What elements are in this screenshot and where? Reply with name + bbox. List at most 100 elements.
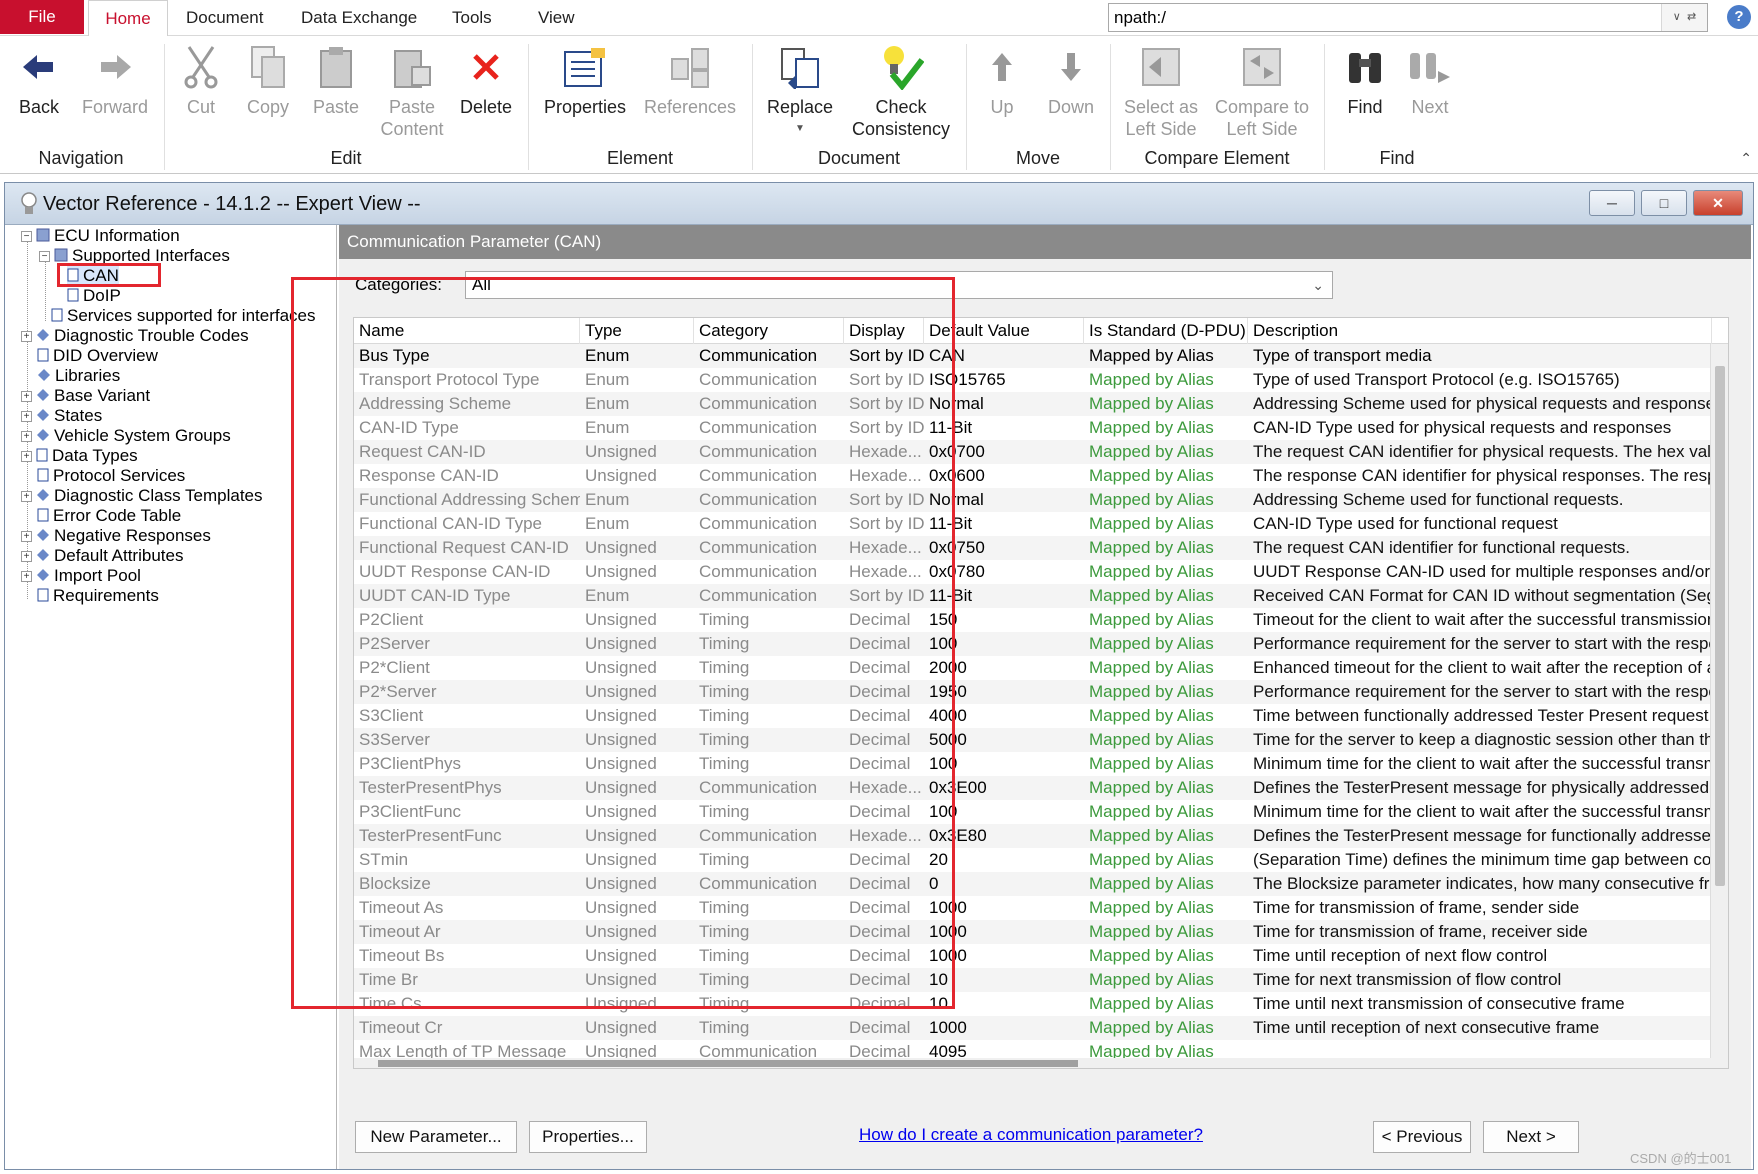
expand-icon[interactable]: + — [21, 571, 32, 583]
tree-item-vehicle-system-groups[interactable]: + Vehicle System Groups — [21, 425, 231, 447]
table-cell: Mapped by Alias — [1089, 874, 1214, 893]
tab-home[interactable]: Home — [88, 0, 168, 37]
table-cell: CAN-ID Type used for physical requests a… — [1253, 418, 1672, 437]
tree-item-services-supported[interactable]: Services supported for interfaces — [51, 305, 316, 327]
tree-item-protocol-services[interactable]: Protocol Services — [37, 465, 185, 487]
table-cell: Mapped by Alias — [1089, 586, 1214, 605]
npath-dropdown-button[interactable]: ∨ ⇄ — [1661, 4, 1707, 31]
scroll-thumb[interactable] — [1715, 366, 1725, 886]
table-cell: Defines the TesterPresent message for ph… — [1253, 778, 1712, 797]
find-next-button[interactable]: Next — [1406, 42, 1454, 118]
table-cell: Mapped by Alias — [1089, 826, 1214, 845]
help-link[interactable]: How do I create a communication paramete… — [859, 1125, 1203, 1145]
delete-button[interactable]: Delete — [456, 42, 516, 118]
group-navigation: Navigation — [38, 148, 124, 168]
npath-input[interactable]: npath:/ ∨ ⇄ — [1108, 3, 1708, 32]
vertical-scrollbar[interactable] — [1710, 344, 1728, 1068]
tree-item-diagnostic-trouble-codes[interactable]: + Diagnostic Trouble Codes — [21, 325, 249, 347]
check-consistency-button[interactable]: Check Consistency — [848, 42, 954, 140]
expand-icon[interactable]: + — [21, 451, 32, 463]
expand-icon[interactable]: + — [21, 431, 32, 443]
minimize-button[interactable]: ─ — [1589, 190, 1635, 216]
table-cell: Timing — [699, 1018, 750, 1037]
table-cell: 1000 — [929, 1018, 967, 1037]
group-compare-element: Compare Element — [1144, 148, 1290, 168]
tree-item-data-types[interactable]: + Data Types — [21, 445, 138, 467]
tree-item-ecu-information[interactable]: − ECU Information — [21, 225, 180, 247]
tab-tools[interactable]: Tools — [448, 0, 496, 36]
table-cell: Received CAN Format for CAN ID without s… — [1253, 586, 1712, 605]
tree-item-libraries[interactable]: Libraries — [37, 365, 120, 387]
tab-document[interactable]: Document — [182, 0, 267, 36]
column-header[interactable]: Description — [1248, 318, 1712, 344]
hscroll-thumb[interactable] — [378, 1060, 1078, 1067]
tree-item-import-pool[interactable]: + Import Pool — [21, 565, 141, 587]
file-tab[interactable]: File — [0, 0, 84, 34]
up-arrow-icon — [982, 42, 1022, 92]
copy-button[interactable]: Copy — [242, 42, 294, 118]
table-cell: Addressing Scheme used for functional re… — [1253, 490, 1624, 509]
up-button[interactable]: Up — [982, 42, 1022, 118]
compare-icon — [1210, 42, 1314, 92]
watermark: CSDN @的士001 — [1630, 1151, 1732, 1166]
down-button[interactable]: Down — [1042, 42, 1100, 118]
group-document: Document — [817, 148, 901, 168]
expand-icon[interactable]: + — [21, 491, 32, 503]
column-header[interactable]: Is Standard (D-PDU) — [1084, 318, 1248, 344]
collapse-ribbon-icon[interactable]: ⌃ — [1740, 150, 1752, 167]
tree-item-negative-responses[interactable]: + Negative Responses — [21, 525, 211, 547]
table-cell: Type of transport media — [1253, 346, 1432, 365]
tree-item-requirements[interactable]: Requirements — [37, 585, 159, 607]
tab-view[interactable]: View — [534, 0, 579, 36]
select-as-left-side-button[interactable]: Select as Left Side — [1118, 42, 1204, 140]
tree-item-did-overview[interactable]: DID Overview — [37, 345, 158, 367]
expand-icon[interactable]: + — [21, 551, 32, 563]
tree-item-default-attributes[interactable]: + Default Attributes — [21, 545, 183, 567]
expand-icon[interactable]: + — [21, 531, 32, 543]
table-cell: Mapped by Alias — [1089, 970, 1214, 989]
table-cell: Time for the server to keep a diagnostic… — [1253, 730, 1712, 749]
horizontal-scrollbar[interactable] — [354, 1058, 1712, 1068]
replace-button[interactable]: Replace ▼ — [762, 42, 838, 140]
paste-content-button[interactable]: Paste Content — [374, 42, 450, 140]
expand-icon[interactable]: + — [21, 411, 32, 423]
expand-icon[interactable]: + — [21, 331, 32, 343]
find-next-icon — [1406, 42, 1454, 92]
table-cell: Timeout for the client to wait after the… — [1253, 610, 1712, 629]
collapse-icon[interactable]: − — [21, 231, 32, 243]
table-cell: The Blocksize parameter indicates, how m… — [1253, 874, 1712, 893]
back-button[interactable]: Back — [14, 42, 64, 118]
collapse-icon[interactable]: − — [39, 251, 50, 263]
expand-icon[interactable]: + — [21, 391, 32, 403]
paste-button[interactable]: Paste — [308, 42, 364, 118]
group-element: Element — [606, 148, 674, 168]
previous-button[interactable]: < Previous — [1373, 1121, 1471, 1153]
forward-button[interactable]: Forward — [78, 42, 152, 118]
tree-item-doip[interactable]: DoIP — [67, 285, 121, 307]
tree-item-diagnostic-class-templates[interactable]: + Diagnostic Class Templates — [21, 485, 263, 507]
tree-item-states[interactable]: + States — [21, 405, 102, 427]
tree-item-error-code-table[interactable]: Error Code Table — [37, 505, 181, 527]
maximize-button[interactable]: □ — [1641, 190, 1687, 216]
properties-button[interactable]: Properties — [540, 42, 630, 118]
cut-button[interactable]: Cut — [176, 42, 226, 118]
table-cell: CAN-ID Type used for functional request — [1253, 514, 1558, 533]
table-row[interactable]: Timeout Cr Unsigned Timing Decimal 1000 Mappe… — [354, 1016, 1712, 1040]
help-icon[interactable]: ? — [1727, 5, 1751, 29]
table-cell: Mapped by Alias — [1089, 346, 1214, 365]
tab-data-exchange[interactable]: Data Exchange — [297, 0, 421, 36]
forward-arrow-icon — [78, 42, 152, 92]
group-find: Find — [1379, 148, 1415, 168]
references-button[interactable]: References — [640, 42, 740, 118]
close-button[interactable]: ✕ — [1693, 190, 1743, 216]
can-highlight-box — [57, 263, 161, 287]
next-button[interactable]: Next > — [1483, 1121, 1579, 1153]
parameter-panel: Communication Parameter (CAN) Categories… — [291, 225, 1751, 1169]
tree-item-base-variant[interactable]: + Base Variant — [21, 385, 150, 407]
table-cell: Performance requirement for the server t… — [1253, 682, 1712, 701]
new-parameter-button[interactable]: New Parameter... — [355, 1121, 517, 1153]
compare-to-left-side-button[interactable]: Compare to Left Side — [1210, 42, 1314, 140]
properties-dialog-button[interactable]: Properties... — [529, 1121, 647, 1153]
table-cell: Mapped by Alias — [1089, 994, 1214, 1013]
find-button[interactable]: Find — [1338, 42, 1392, 118]
